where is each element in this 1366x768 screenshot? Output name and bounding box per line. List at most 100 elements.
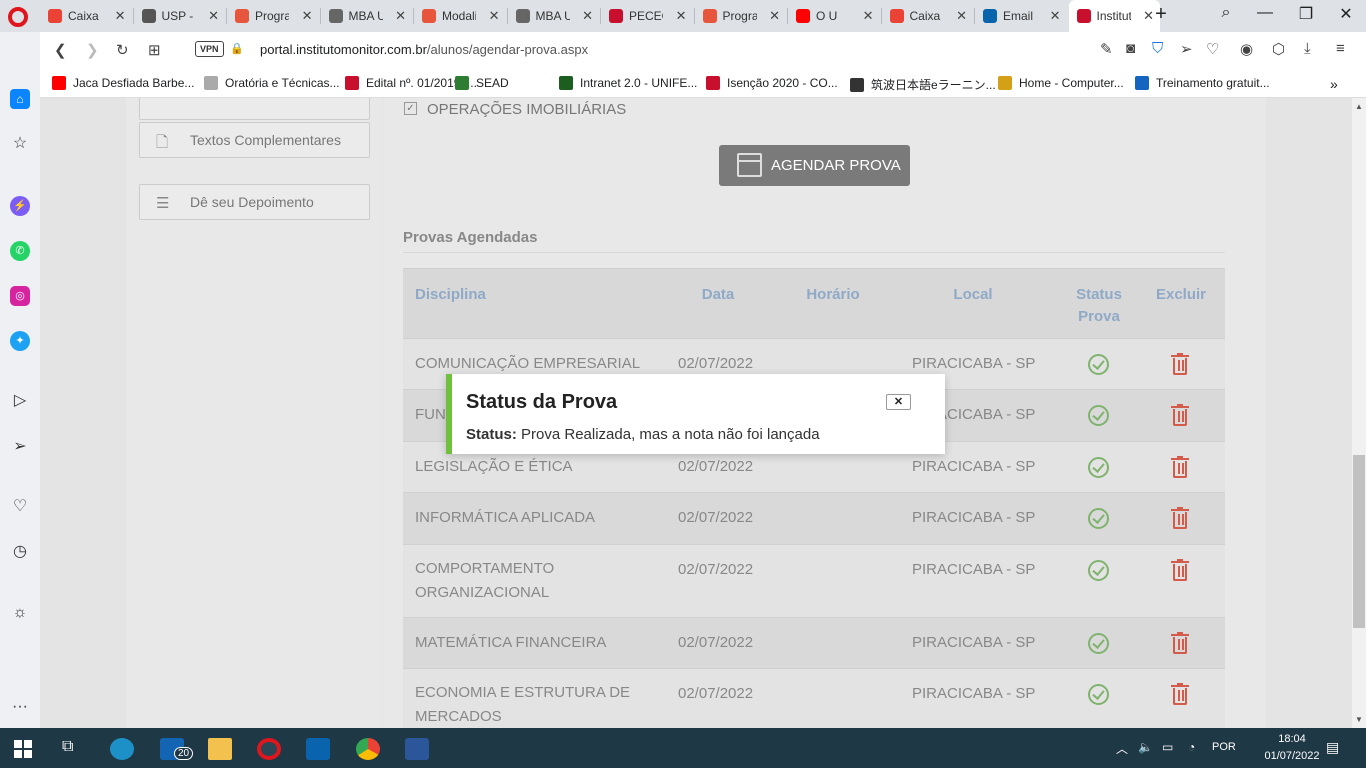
bookmark-item[interactable]: Jaca Desfiada Barbe... bbox=[52, 76, 194, 90]
tips-icon[interactable]: ☼ bbox=[10, 603, 30, 623]
wifi-icon[interactable]: ◔ bbox=[1188, 740, 1195, 754]
back-icon[interactable]: ❮ bbox=[54, 41, 67, 59]
delete-trash-icon[interactable] bbox=[1171, 456, 1189, 478]
delete-trash-icon[interactable] bbox=[1171, 683, 1189, 705]
language-indicator[interactable]: POR bbox=[1212, 741, 1236, 753]
bookmark-item[interactable]: Oratória e Técnicas... bbox=[204, 76, 340, 90]
delete-trash-icon[interactable] bbox=[1171, 559, 1189, 581]
outlook-icon[interactable] bbox=[306, 738, 330, 760]
scroll-up-icon[interactable]: ▲ bbox=[1355, 102, 1363, 111]
status-check-icon[interactable] bbox=[1088, 354, 1109, 375]
instagram-icon[interactable]: ◎ bbox=[10, 286, 30, 306]
volume-icon[interactable]: 🔈 bbox=[1138, 740, 1153, 754]
twitter-icon[interactable]: ✦ bbox=[10, 331, 30, 351]
vpn-badge[interactable]: VPN bbox=[195, 41, 224, 57]
file-explorer-icon[interactable] bbox=[208, 738, 232, 760]
bookmark-item[interactable]: Treinamento gratuit... bbox=[1135, 76, 1270, 90]
browser-tab[interactable]: Caixa de ✕ bbox=[40, 0, 132, 32]
maximize-button[interactable]: ❐ bbox=[1291, 4, 1321, 24]
profile-icon[interactable]: ◉ bbox=[1240, 40, 1253, 58]
edit-icon[interactable]: ✎ bbox=[1100, 40, 1113, 58]
bookmark-item[interactable]: 筑波日本語eラーニン... bbox=[850, 76, 996, 93]
delete-trash-icon[interactable] bbox=[1171, 507, 1189, 529]
url-field[interactable]: portal.institutomonitor.com.br/alunos/ag… bbox=[260, 42, 588, 57]
new-tab-button[interactable]: + bbox=[1146, 3, 1176, 26]
bookmark-item[interactable]: SEAD bbox=[455, 76, 509, 90]
browser-tab[interactable]: Progra ✕ bbox=[695, 0, 787, 32]
speed-dial-icon[interactable]: ☆ bbox=[10, 134, 30, 154]
chrome-icon[interactable] bbox=[356, 738, 380, 760]
tab-close-icon[interactable]: ✕ bbox=[208, 8, 219, 24]
search-tabs-icon[interactable]: ⌕ bbox=[1211, 4, 1241, 22]
page-scrollbar[interactable]: ▲ ▼ bbox=[1352, 98, 1366, 728]
history-icon[interactable]: ◷ bbox=[10, 542, 30, 562]
opera-logo-icon[interactable] bbox=[8, 7, 28, 27]
tab-close-icon[interactable]: ✕ bbox=[863, 8, 874, 24]
snapshot-icon[interactable]: ◙ bbox=[1126, 40, 1135, 57]
browser-tab[interactable]: MBA U ✕ bbox=[321, 0, 413, 32]
status-check-icon[interactable] bbox=[1088, 684, 1109, 705]
extensions-icon[interactable]: ⬡ bbox=[1272, 40, 1285, 58]
edge-icon[interactable] bbox=[110, 738, 134, 760]
bookmarks-overflow-icon[interactable]: » bbox=[1330, 76, 1338, 92]
reload-icon[interactable]: ↻ bbox=[116, 41, 129, 59]
tab-close-icon[interactable]: ✕ bbox=[1050, 8, 1061, 24]
side-menu-item-hidden[interactable] bbox=[139, 98, 370, 120]
browser-tab[interactable]: MBA U ✕ bbox=[508, 0, 600, 32]
browser-tab[interactable]: O U ✕ bbox=[788, 0, 880, 32]
clock-date[interactable]: 01/07/2022 bbox=[1262, 750, 1322, 762]
status-check-icon[interactable] bbox=[1088, 508, 1109, 529]
more-icon[interactable]: ··· bbox=[10, 697, 30, 717]
tabs-overview-icon[interactable]: ⊞ bbox=[148, 41, 161, 59]
close-window-button[interactable]: ✕ bbox=[1331, 4, 1361, 24]
status-check-icon[interactable] bbox=[1088, 560, 1109, 581]
browser-tab[interactable]: Caixa d ✕ bbox=[882, 0, 974, 32]
tab-close-icon[interactable]: ✕ bbox=[302, 8, 313, 24]
send-page-icon[interactable]: ➢ bbox=[1180, 40, 1193, 58]
status-check-icon[interactable] bbox=[1088, 457, 1109, 478]
opera-taskbar-icon[interactable] bbox=[257, 738, 281, 760]
tab-close-icon[interactable]: ✕ bbox=[489, 8, 500, 24]
tab-close-icon[interactable]: ✕ bbox=[395, 8, 406, 24]
task-view-icon[interactable]: ⧉ bbox=[62, 738, 86, 760]
popup-close-button[interactable]: ✕ bbox=[886, 394, 911, 410]
browser-tab[interactable]: PECEGI ✕ bbox=[601, 0, 693, 32]
delete-trash-icon[interactable] bbox=[1171, 353, 1189, 375]
bookmark-heart-icon[interactable]: ♡ bbox=[1206, 40, 1219, 58]
whatsapp-icon[interactable]: ✆ bbox=[10, 241, 30, 261]
download-icon[interactable]: ⤓ bbox=[1304, 40, 1311, 57]
windows-start-icon[interactable] bbox=[14, 740, 32, 758]
notifications-icon[interactable]: ▤ bbox=[1326, 739, 1339, 756]
tab-close-icon[interactable]: ✕ bbox=[956, 8, 967, 24]
delete-trash-icon[interactable] bbox=[1171, 632, 1189, 654]
send-icon[interactable]: ➢ bbox=[10, 437, 30, 457]
tab-close-icon[interactable]: ✕ bbox=[769, 8, 780, 24]
messenger-icon[interactable]: ⚡ bbox=[10, 196, 30, 216]
battery-icon[interactable]: ▭ bbox=[1162, 740, 1173, 754]
bookmark-item[interactable]: Isenção 2020 - CO... bbox=[706, 76, 838, 90]
delete-trash-icon[interactable] bbox=[1171, 404, 1189, 426]
tab-close-icon[interactable]: ✕ bbox=[115, 8, 126, 24]
browser-tab[interactable]: USP - ✕ bbox=[134, 0, 226, 32]
discipline-checkbox[interactable]: ✓ bbox=[404, 102, 417, 115]
forward-icon[interactable]: ❯ bbox=[86, 41, 99, 59]
browser-tab[interactable]: Progra ✕ bbox=[227, 0, 319, 32]
browser-tab[interactable]: Email - ✕ bbox=[975, 0, 1067, 32]
scroll-down-icon[interactable]: ▼ bbox=[1355, 715, 1363, 724]
player-icon[interactable]: ▷ bbox=[10, 391, 30, 411]
schedule-exam-button[interactable]: AGENDAR PROVA bbox=[719, 145, 910, 186]
bookmark-item[interactable]: Home - Computer... bbox=[998, 76, 1124, 90]
tab-close-icon[interactable]: ✕ bbox=[676, 8, 687, 24]
status-check-icon[interactable] bbox=[1088, 633, 1109, 654]
lock-icon[interactable]: 🔒 bbox=[230, 42, 244, 55]
home-icon[interactable]: ⌂ bbox=[10, 89, 30, 109]
side-menu-item-textos[interactable]: 🗋 Textos Complementares bbox=[139, 122, 370, 158]
bookmark-item[interactable]: Intranet 2.0 - UNIFE... bbox=[559, 76, 697, 90]
scrollbar-thumb[interactable] bbox=[1353, 455, 1365, 628]
tab-close-icon[interactable]: ✕ bbox=[582, 8, 593, 24]
minimize-button[interactable]: — bbox=[1250, 4, 1280, 22]
side-menu-item-depoimento[interactable]: ☰ Dê seu Depoimento bbox=[139, 184, 370, 220]
status-check-icon[interactable] bbox=[1088, 405, 1109, 426]
shield-icon[interactable]: ⛉ bbox=[1152, 40, 1163, 57]
favorites-icon[interactable]: ♡ bbox=[10, 497, 30, 517]
